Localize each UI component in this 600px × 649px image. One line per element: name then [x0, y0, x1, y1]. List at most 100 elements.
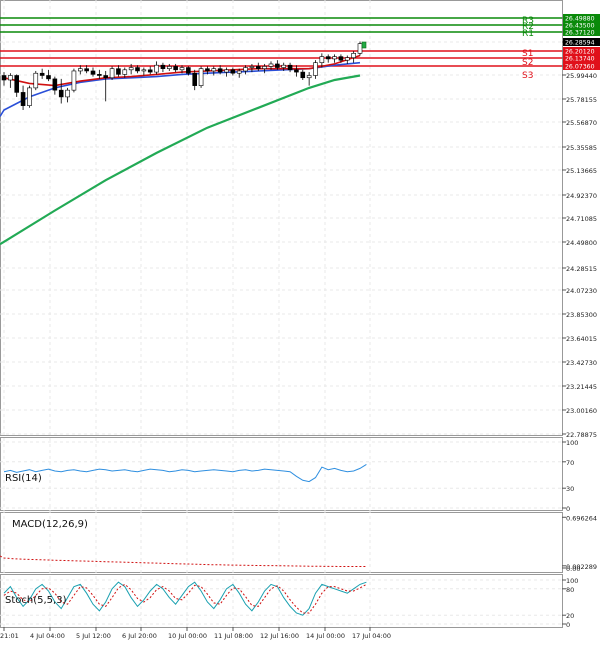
candle-current — [361, 41, 367, 49]
time-tick-label: 5 Jul 12:00 — [76, 632, 111, 640]
time-tick-label: 17 Jul 04:00 — [352, 632, 391, 640]
time-tick-label: 10 Jul 00:00 — [168, 632, 207, 640]
candle-bullish — [357, 43, 363, 54]
rsi-level-label: 30 — [566, 485, 574, 493]
stoch-label: Stoch(5,5,3) — [5, 595, 67, 606]
candle-bullish — [154, 64, 159, 73]
candle-bearish — [116, 68, 121, 75]
price-tick-label: 24.92370 — [566, 192, 597, 200]
candle-bearish — [173, 66, 178, 71]
time-tick-label: 4 Jul 04:00 — [30, 632, 65, 640]
candle-bullish — [332, 56, 337, 60]
candle-bullish — [71, 70, 77, 91]
candle-bearish — [97, 74, 102, 76]
candle-bullish — [122, 69, 128, 75]
rsi-level-label: 100 — [566, 439, 578, 447]
candle-bullish — [166, 66, 172, 69]
candle-bearish — [230, 69, 236, 74]
candle-bearish — [186, 67, 191, 74]
candle-bearish — [20, 92, 26, 106]
candle-bearish — [300, 71, 306, 79]
forex-chart: 25.99440 25.78155 25.56870 25.35585 25.13665… — [0, 0, 600, 640]
price-tick-label: 24.28515 — [566, 265, 597, 273]
candle-bullish — [65, 89, 70, 98]
time-tick-label: 14 Jul 00:00 — [306, 632, 345, 640]
candle-bearish — [84, 68, 89, 72]
time-tick-label: 21:01 — [0, 632, 19, 640]
price-tick-label: 24.71085 — [566, 215, 597, 223]
candle-bearish — [135, 67, 140, 72]
price-tick-label: 23.00160 — [566, 407, 597, 415]
chart-root: 25.99440 25.78155 25.56870 25.35585 25.13665… — [0, 0, 600, 645]
price-tick-label: 23.21445 — [566, 383, 597, 391]
rsi-panel-frame — [0, 437, 563, 511]
candle-bearish — [217, 68, 223, 73]
candle-bullish — [268, 63, 274, 67]
candle-bullish — [27, 87, 32, 106]
candle-bearish — [255, 66, 261, 69]
candle-bullish — [319, 56, 325, 63]
stoch-panel-frame — [0, 574, 563, 628]
macd-label: MACD(12,26,9) — [12, 519, 88, 530]
candle-bearish — [338, 56, 344, 61]
stoch-level-label: 20 — [566, 612, 574, 620]
candle-bullish — [344, 57, 350, 61]
candle-bearish — [90, 70, 96, 75]
pivot-badge-text: 26.07360 — [565, 64, 595, 71]
candle-bearish — [147, 69, 153, 73]
price-tick-label: 25.99440 — [566, 72, 597, 80]
candle-bearish — [160, 64, 166, 69]
candle-bearish — [205, 68, 210, 72]
candle-bullish — [313, 62, 318, 76]
rsi-label: RSI(14) — [5, 473, 42, 484]
candle-bullish — [262, 66, 267, 69]
candle-bearish — [52, 78, 58, 91]
candle-bullish — [236, 70, 242, 74]
candle-bullish — [306, 75, 312, 79]
candle-bullish — [224, 69, 229, 73]
candle-bullish — [198, 68, 204, 86]
candle-bearish — [294, 69, 299, 73]
candle-bullish — [211, 68, 217, 72]
rsi-level-label: 70 — [566, 459, 574, 467]
rsi-level-label: 0 — [566, 505, 570, 513]
candle-bullish — [179, 67, 185, 71]
pivot-label-r1: R1 — [522, 29, 534, 39]
price-tick-label: 25.35585 — [566, 144, 597, 152]
price-tick-label: 25.13665 — [566, 167, 597, 175]
price-tick-label: 23.64015 — [566, 335, 597, 343]
candle-bearish — [14, 75, 20, 93]
time-tick-label: 11 Jul 08:00 — [214, 632, 253, 640]
candle-bullish — [128, 67, 134, 71]
price-tick-label: 23.85300 — [566, 311, 597, 319]
candle-bullish — [109, 68, 115, 79]
candle-bearish — [287, 64, 293, 71]
candle-bearish — [58, 89, 64, 98]
current-price-text: 26.28594 — [565, 40, 595, 47]
candle-bearish — [103, 75, 109, 79]
price-tick-label: 25.56870 — [566, 119, 597, 127]
pivot-label-s3: S3 — [522, 71, 533, 81]
stoch-level-label: 0 — [566, 621, 570, 629]
candle-bullish — [8, 75, 13, 81]
stoch-level-label: 80 — [566, 586, 574, 594]
candle-bearish — [275, 63, 280, 68]
candle-bullish — [249, 66, 255, 68]
price-tick-label: 25.78155 — [566, 96, 597, 104]
pivot-badge-text: 26.37120 — [565, 30, 595, 37]
stoch-level-label: 100 — [566, 577, 578, 585]
pivot-badge-text: 26.13740 — [565, 56, 595, 63]
candle-bullish — [77, 68, 83, 72]
macd-level-label: 0.00 — [566, 565, 580, 573]
candle-bearish — [325, 56, 331, 60]
price-tick-label: 22.78875 — [566, 431, 597, 439]
candle-bearish — [1, 75, 7, 81]
candle-bullish — [351, 53, 356, 59]
candle-bullish — [281, 64, 287, 68]
price-tick-label: 24.07230 — [566, 287, 597, 295]
price-tick-label: 24.49800 — [566, 239, 597, 247]
candle-bearish — [39, 72, 45, 76]
candle-bearish — [46, 75, 51, 80]
candle-bullish — [33, 72, 39, 89]
price-tick-label: 23.42730 — [566, 359, 597, 367]
